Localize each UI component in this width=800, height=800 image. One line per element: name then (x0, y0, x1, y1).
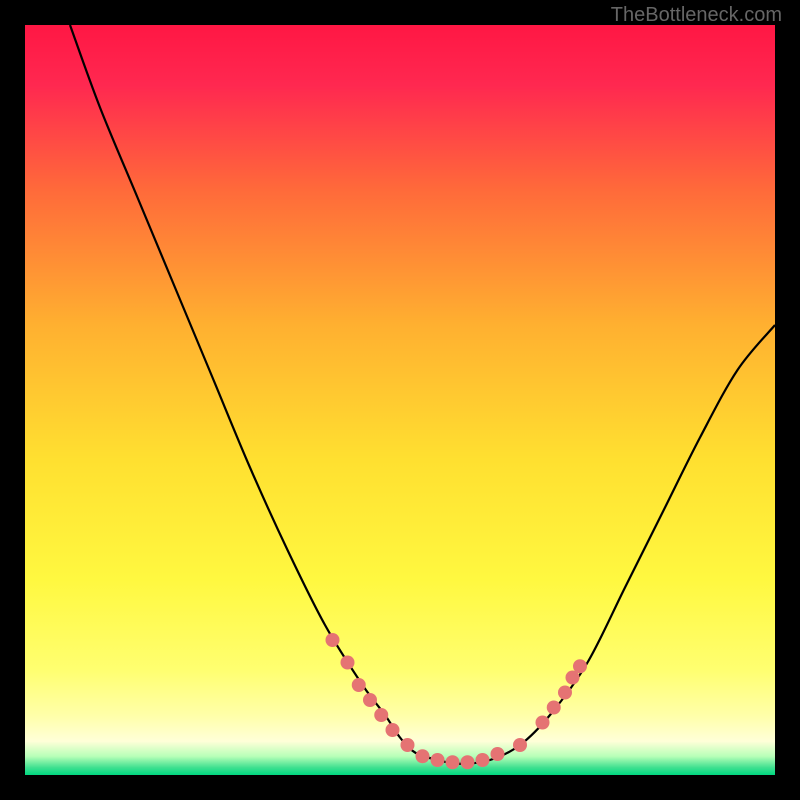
chart-area (25, 25, 775, 775)
watermark-text: TheBottleneck.com (611, 4, 782, 27)
gradient-background (25, 25, 775, 775)
